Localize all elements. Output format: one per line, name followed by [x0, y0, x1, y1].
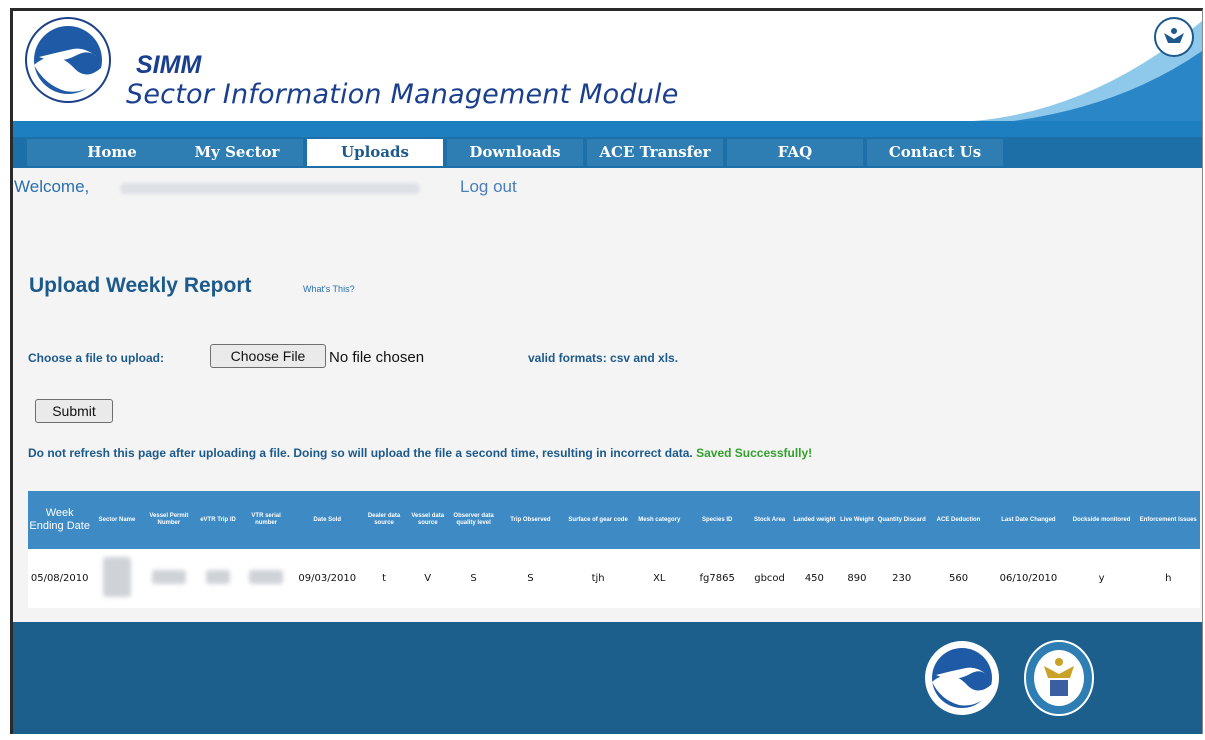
site-header: SIMM Sector Information Management Modul… [13, 11, 1202, 121]
cell-vessel-permit-redacted [142, 549, 196, 608]
col-evtr-trip-id: eVTR Trip ID [195, 491, 241, 549]
nav-downloads[interactable]: Downloads [447, 139, 583, 166]
app-subtitle: Sector Information Management Module [126, 79, 679, 110]
valid-formats-note: valid formats: csv and xls. [528, 351, 679, 365]
noaa-seal-icon [925, 641, 999, 715]
choose-file-label: Choose a file to upload: [28, 351, 165, 365]
cell-surface-gear-code: tjh [564, 549, 632, 608]
weekly-report-table: Week Ending Date Sector Name Vessel Perm… [28, 491, 1200, 608]
cell-evtr-trip-redacted [195, 549, 241, 608]
cell-trip-observed: S [496, 549, 565, 608]
col-stock-area: Stock Area [747, 491, 792, 549]
cell-vtr-serial-redacted [240, 549, 292, 608]
page-title: Upload Weekly Report [29, 274, 252, 297]
cell-ace-deduction: 560 [926, 549, 991, 608]
table-header-row: Week Ending Date Sector Name Vessel Perm… [28, 491, 1200, 549]
col-vessel-permit-number: Vessel Permit Number [142, 491, 196, 549]
browser-frame: SIMM Sector Information Management Modul… [0, 0, 1205, 740]
table-row: 05/08/2010 09/03/2010 t V S S tjh XL fg7… [28, 549, 1200, 608]
nav-contact-us[interactable]: Contact Us [867, 139, 1003, 166]
app-title: SIMM [136, 51, 202, 79]
cell-stock-area: gbcod [747, 549, 792, 608]
refresh-warning: Do not refresh this page after uploading… [28, 446, 812, 460]
col-landed-weight: Landed weight [791, 491, 838, 549]
nav-ace-transfer[interactable]: ACE Transfer [587, 139, 723, 166]
nav-my-sector[interactable]: My Sector [171, 139, 303, 166]
col-sector-name: Sector Name [91, 491, 143, 549]
col-surface-gear-code: Surface of gear code [564, 491, 632, 549]
whats-this-link[interactable]: What's This? [303, 284, 355, 294]
main-nav: Home My Sector Uploads Downloads ACE Tra… [13, 137, 1202, 168]
cell-observer-data-quality: S [450, 549, 497, 608]
col-trip-observed: Trip Observed [496, 491, 565, 549]
department-of-commerce-seal-icon [1024, 640, 1094, 716]
cell-week-ending-date: 05/08/2010 [28, 549, 92, 608]
choose-file-button[interactable]: Choose File [210, 344, 326, 368]
site-footer [13, 622, 1202, 734]
cell-dealer-data-source: t [363, 549, 405, 608]
col-dealer-data-source: Dealer data source [363, 491, 405, 549]
saved-status: Saved Successfully! [696, 446, 813, 460]
welcome-row: Welcome, Log out [13, 177, 1202, 199]
file-status: No file chosen [329, 349, 425, 366]
welcome-label: Welcome, [14, 177, 90, 196]
cell-mesh-category: XL [631, 549, 687, 608]
nav-uploads[interactable]: Uploads [307, 139, 443, 166]
col-mesh-category: Mesh category [631, 491, 687, 549]
cell-live-weight: 890 [837, 549, 877, 608]
page: SIMM Sector Information Management Modul… [10, 8, 1203, 734]
warning-text: Do not refresh this page after uploading… [28, 446, 693, 460]
cell-enforcement-issues: h [1136, 549, 1200, 608]
cell-date-sold: 09/03/2010 [291, 549, 364, 608]
col-live-weight: Live Weight [837, 491, 877, 549]
col-dockside-monitored: Dockside monitored [1066, 491, 1137, 549]
user-name-redacted [120, 183, 420, 194]
col-enforcement-issues: Enforcement Issues [1136, 491, 1200, 549]
cell-sector-name-redacted [91, 549, 143, 608]
nav-faq[interactable]: FAQ [727, 139, 863, 166]
col-quantity-discard: Quantity Discard [876, 491, 927, 549]
col-observer-data-quality: Observer data quality level [450, 491, 497, 549]
col-ace-deduction: ACE Deduction [926, 491, 991, 549]
noaa-logo [25, 17, 111, 103]
cell-quantity-discard: 230 [876, 549, 927, 608]
cell-landed-weight: 450 [791, 549, 838, 608]
submit-button[interactable]: Submit [35, 399, 113, 423]
col-last-date-changed: Last Date Changed [990, 491, 1067, 549]
col-vessel-data-source: Vessel data source [404, 491, 451, 549]
eagle-seal-icon [1154, 17, 1194, 57]
header-strip [13, 121, 1202, 137]
col-week-ending-date: Week Ending Date [28, 491, 92, 549]
cell-vessel-data-source: V [404, 549, 451, 608]
col-date-sold: Date Sold [291, 491, 364, 549]
logout-link[interactable]: Log out [460, 177, 517, 197]
cell-last-date-changed: 06/10/2010 [990, 549, 1067, 608]
col-vtr-serial-number: VTR serial number [240, 491, 292, 549]
cell-dockside-monitored: y [1066, 549, 1137, 608]
cell-species-id: fg7865 [686, 549, 748, 608]
col-species-id: Species ID [686, 491, 748, 549]
